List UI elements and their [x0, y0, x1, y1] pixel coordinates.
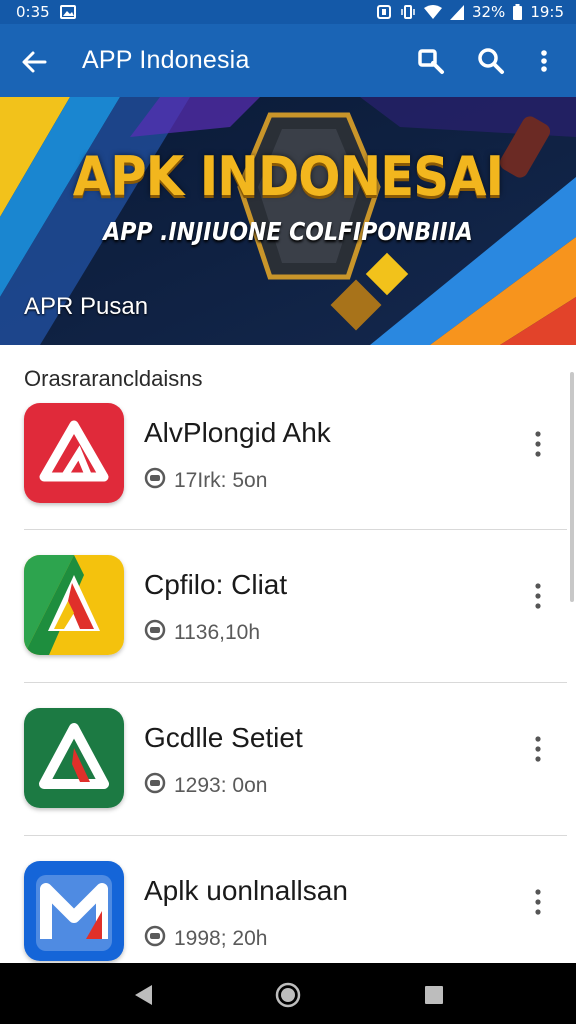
system-nav-bar	[0, 963, 576, 1024]
comment-icon	[144, 467, 166, 495]
comment-icon	[144, 619, 166, 647]
status-bar: 0:35 32% 19:5	[0, 0, 576, 24]
app-meta: 1136,10h	[144, 619, 260, 647]
more-vert-icon[interactable]	[526, 579, 550, 613]
status-time-left: 0:35	[16, 3, 50, 21]
vibrate-icon	[400, 4, 416, 20]
more-vert-icon[interactable]	[530, 45, 558, 77]
app-meta-text: 1998; 20h	[174, 927, 268, 950]
app-meta-text: 17Irk: 5on	[174, 469, 268, 492]
section-title: Orasrarancldaisns	[24, 366, 203, 391]
search-icon[interactable]	[476, 45, 506, 77]
comment-icon	[144, 925, 166, 953]
nav-back-icon[interactable]	[130, 981, 158, 1009]
banner-title: APK INDONESAI	[72, 145, 504, 208]
app-name: AlvPlongid Ahk	[144, 417, 331, 448]
green-a-logo-icon	[24, 708, 124, 808]
status-time-right: 19:5	[530, 3, 564, 21]
app-meta: 1998; 20h	[144, 925, 267, 953]
search-alt-icon[interactable]	[416, 45, 446, 77]
battery-icon	[513, 4, 523, 20]
nfc-icon	[376, 4, 392, 20]
nav-recents-icon[interactable]	[420, 981, 448, 1009]
app-name: Cpfilo: Cliat	[144, 569, 288, 600]
scrollbar[interactable]	[570, 372, 574, 602]
battery-percent: 32%	[471, 3, 506, 21]
app-name: Aplk uonlnallsan	[144, 875, 348, 906]
app-meta: 1293: 0on	[144, 772, 267, 800]
comment-icon	[144, 772, 166, 800]
app-meta: 17Irk: 5on	[144, 467, 267, 495]
more-vert-icon[interactable]	[526, 732, 550, 766]
list-item[interactable]: Cpfilo: Cliat 1136,10h	[0, 555, 576, 707]
hero-banner[interactable]: APK INDONESAI APP .INJIUONE COLFIPONBIII…	[0, 97, 576, 345]
app-meta-text: 1136,10h	[174, 621, 261, 644]
list-item[interactable]: Gcdlle Setiet 1293: 0on	[0, 708, 576, 860]
wifi-icon	[423, 4, 442, 20]
red-a-logo-icon	[24, 403, 124, 503]
app-bar: APP Indonesia	[0, 24, 576, 98]
back-arrow-icon[interactable]	[18, 46, 50, 78]
blue-m-logo-icon	[24, 861, 124, 961]
signal-icon	[449, 4, 464, 20]
more-vert-icon[interactable]	[526, 885, 550, 919]
list-item[interactable]: AlvPlongid Ahk 17Irk: 5on	[0, 403, 576, 555]
page-title: APP Indonesia	[82, 46, 250, 74]
app-name: Gcdlle Setiet	[144, 722, 303, 753]
divider	[24, 835, 567, 836]
image-icon	[59, 5, 76, 19]
divider	[24, 682, 567, 683]
divider	[24, 529, 567, 530]
green-yellow-a-logo-icon	[24, 555, 124, 655]
banner-tag: APR Pusan	[24, 293, 149, 320]
app-meta-text: 1293: 0on	[174, 774, 268, 797]
banner-subtitle: APP .INJIUONE COLFIPONBIIIA	[103, 217, 473, 246]
more-vert-icon[interactable]	[526, 427, 550, 461]
nav-home-icon[interactable]	[274, 981, 302, 1009]
